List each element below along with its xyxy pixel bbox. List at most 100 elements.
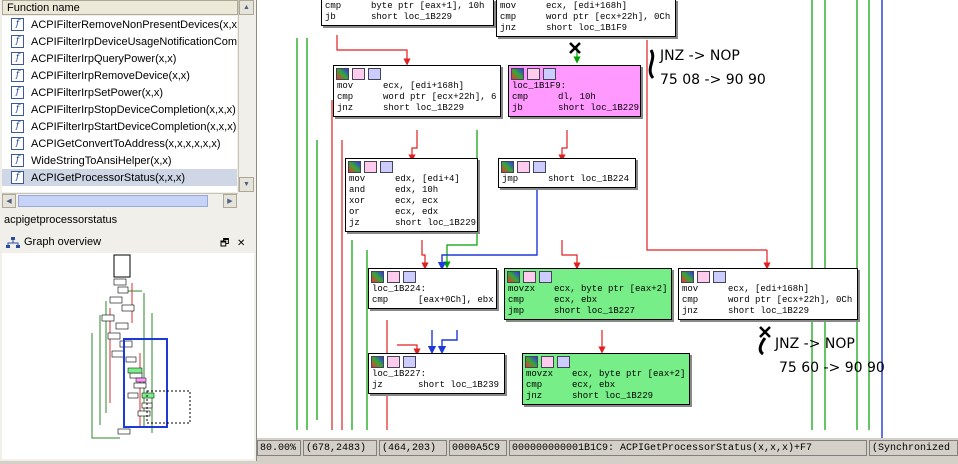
instruction-line[interactable]: jb short loc_1B229 — [512, 103, 640, 114]
mnemonic: jnz — [526, 391, 543, 401]
mnemonic: loc_1B227: — [372, 369, 427, 379]
instruction-line[interactable]: cmp ecx, ebx — [508, 295, 668, 306]
code-block-3[interactable]: mov edx, [edi+4] and edx, 10h xor ecx, ecx or e… — [345, 158, 478, 232]
instruction-line[interactable]: loc_1B1F9: — [512, 81, 637, 92]
instruction-line[interactable]: jmp short loc_1B227 — [508, 306, 668, 317]
functions-list[interactable]: f ACPIFilterRemoveNonPresentDevices(x,x) f… — [2, 16, 237, 192]
pencil-icon — [697, 271, 710, 283]
instruction-line[interactable]: movzx ecx, byte ptr [eax+2] — [508, 284, 668, 295]
patch-note-2-instruction: JNZ -> NOP — [775, 336, 855, 352]
instruction-line[interactable]: cmp word ptr [ecx+22h], 6 — [337, 92, 497, 103]
function-list-item[interactable]: f ACPIFilterIrpStopDeviceCompletion(x,x,x… — [2, 101, 237, 118]
operands: short loc_1B229 — [371, 12, 453, 22]
close-icon[interactable]: ✕ — [237, 235, 245, 252]
function-list-item[interactable]: f ACPIFilterIrpSetPower(x,x) — [2, 84, 237, 101]
function-list-item[interactable]: f ACPIFilterIrpRemoveDevice(x,x) — [2, 67, 237, 84]
color-icon — [501, 161, 514, 173]
function-icon: f — [11, 154, 24, 167]
code-block-top-left[interactable]: cmp byte ptr [eax+1], 10h jb short loc_1B22… — [321, 0, 494, 26]
scroll-left-icon[interactable]: ◀ — [2, 194, 16, 208]
functions-column-header[interactable]: Function name — [2, 0, 238, 15]
instruction-line[interactable]: cmp word ptr [ecx+22h], 0Ch — [500, 12, 672, 23]
function-list-item[interactable]: f WideStringToAnsiHelper(x,x) — [2, 152, 237, 169]
pencil-icon — [352, 68, 365, 80]
instruction-line[interactable]: cmp dl, 10h — [512, 92, 637, 103]
scroll-up-icon[interactable]: ▲ — [239, 0, 254, 15]
function-icon: f — [11, 18, 24, 31]
code-block-green-2[interactable]: movzx ecx, byte ptr [eax+2] cmp ecx, ebx jnz… — [522, 353, 690, 405]
instruction-line[interactable]: cmp [eax+0Ch], ebx — [372, 295, 494, 306]
operands: word ptr [ecx+22h], 0Ch — [728, 295, 853, 305]
mnemonic: jnz — [682, 306, 699, 316]
restore-icon[interactable]: 🗗 — [220, 235, 229, 252]
instruction-line[interactable]: cmp ecx, ebx — [526, 380, 686, 391]
function-list-item[interactable]: f ACPIFilterIrpDeviceUsageNotificationCom… — [2, 33, 237, 50]
instruction-line[interactable]: mov ecx, [edi+168h] — [500, 1, 672, 12]
instruction-line[interactable]: jmp short loc_1B224 — [502, 174, 632, 185]
instruction-line[interactable]: xor ecx, ecx — [349, 196, 474, 207]
function-icon: f — [11, 35, 24, 48]
operands: short loc_1B224 — [548, 174, 630, 184]
scroll-right-icon[interactable]: ▶ — [223, 194, 237, 208]
instruction-line[interactable]: movzx ecx, byte ptr [eax+2] — [526, 369, 686, 380]
code-block-loc-1B224[interactable]: loc_1B224: cmp [eax+0Ch], ebx — [368, 268, 497, 309]
instruction-line[interactable]: and edx, 10h — [349, 185, 474, 196]
code-block-loc-1B1F9[interactable]: loc_1B1F9: cmp dl, 10h jb short loc_1B229 — [508, 65, 641, 117]
comment-icon — [543, 68, 556, 80]
block-instructions: movzx ecx, byte ptr [eax+2] cmp ecx, ebx jnz… — [523, 368, 689, 404]
operands: edx, 10h — [395, 185, 439, 195]
code-block-1[interactable]: mov ecx, [edi+168h] cmp word ptr [ecx+22h],… — [333, 65, 501, 117]
operands: ecx, ebx — [554, 295, 598, 305]
mnemonic: cmp — [372, 295, 389, 305]
mnemonic: mov — [349, 174, 366, 184]
mnemonic: cmp — [682, 295, 699, 305]
mnemonic: jmp — [508, 306, 525, 316]
code-block-loc-1B227[interactable]: loc_1B227: jz short loc_1B239 — [368, 353, 505, 394]
pencil-icon — [527, 68, 540, 80]
instruction-line[interactable]: or ecx, edx — [349, 207, 474, 218]
instruction-line[interactable]: loc_1B227: — [372, 369, 501, 380]
block-header — [334, 66, 500, 80]
code-block-green-1[interactable]: movzx ecx, byte ptr [eax+2] cmp ecx, ebx jmp… — [504, 268, 672, 320]
comment-icon — [403, 356, 416, 368]
instruction-line[interactable]: mov edx, [edi+4] — [349, 174, 474, 185]
comment-icon — [533, 161, 546, 173]
operands: ecx, byte ptr [eax+2] — [554, 284, 668, 294]
operands: ecx, [edi+168h] — [383, 81, 465, 91]
instruction-line[interactable]: jnz short loc_1B229 — [337, 103, 497, 114]
function-list-item[interactable]: f ACPIFilterIrpStartDeviceCompletion(x,x,… — [2, 118, 237, 135]
function-list-item[interactable]: f ACPIFilterIrpQueryPower(x,x) — [2, 50, 237, 67]
instruction-line[interactable]: loc_1B224: — [372, 284, 493, 295]
horizontal-scroll-thumb[interactable] — [18, 195, 208, 207]
code-block-4[interactable]: jmp short loc_1B224 — [498, 158, 636, 188]
instruction-line[interactable]: jnz short loc_1B229 — [682, 306, 854, 317]
mnemonic: cmp — [325, 1, 342, 11]
instruction-line[interactable]: mov ecx, [edi+168h] — [682, 284, 854, 295]
mnemonic: loc_1B224: — [372, 284, 427, 294]
scroll-down-icon[interactable]: ▼ — [239, 177, 254, 192]
instruction-line[interactable]: jz short loc_1B229 — [349, 218, 476, 229]
instruction-line[interactable]: cmp byte ptr [eax+1], 10h — [325, 1, 490, 12]
functions-vertical-scrollbar[interactable]: ▲ ▼ — [238, 0, 254, 192]
instruction-line[interactable]: mov ecx, [edi+168h] — [337, 81, 497, 92]
mnemonic: jmp — [502, 174, 519, 184]
instruction-line[interactable]: jnz short loc_1B229 — [526, 391, 686, 402]
functions-horizontal-scrollbar[interactable]: ◀ ▶ — [2, 193, 238, 208]
graph-overview-canvas[interactable] — [2, 253, 254, 459]
code-block-top-right[interactable]: mov ecx, [edi+168h] cmp word ptr [ecx+22h],… — [496, 0, 676, 37]
status-address: 000000000001B1C9: ACPIGetProcessorStatus… — [509, 440, 867, 456]
instruction-line[interactable]: jz short loc_1B239 — [372, 380, 501, 391]
instruction-line[interactable]: jb short loc_1B229 — [325, 12, 490, 23]
code-block-patched[interactable]: mov ecx, [edi+168h] cmp word ptr [ecx+22h],… — [678, 268, 858, 320]
function-list-item[interactable]: f ACPIGetProcessorStatus(x,x,x) — [2, 169, 237, 186]
color-icon — [681, 271, 694, 283]
patch-note-2-bytes: 75 60 -> 90 90 — [779, 360, 885, 376]
block-instructions: jmp short loc_1B224 — [499, 173, 635, 187]
operands: short loc_1B229 — [558, 103, 640, 113]
graph-view[interactable]: cmp byte ptr [eax+1], 10h jb short loc_1B22… — [257, 0, 958, 438]
function-list-item[interactable]: f ACPIGetConvertToAddress(x,x,x,x,x,x) — [2, 135, 237, 152]
instruction-line[interactable]: cmp word ptr [ecx+22h], 0Ch — [682, 295, 854, 306]
function-list-item[interactable]: f ACPIFilterRemoveNonPresentDevices(x,x) — [2, 16, 237, 33]
instruction-line[interactable]: jnz short loc_1B1F9 — [500, 23, 672, 34]
color-icon — [336, 68, 349, 80]
